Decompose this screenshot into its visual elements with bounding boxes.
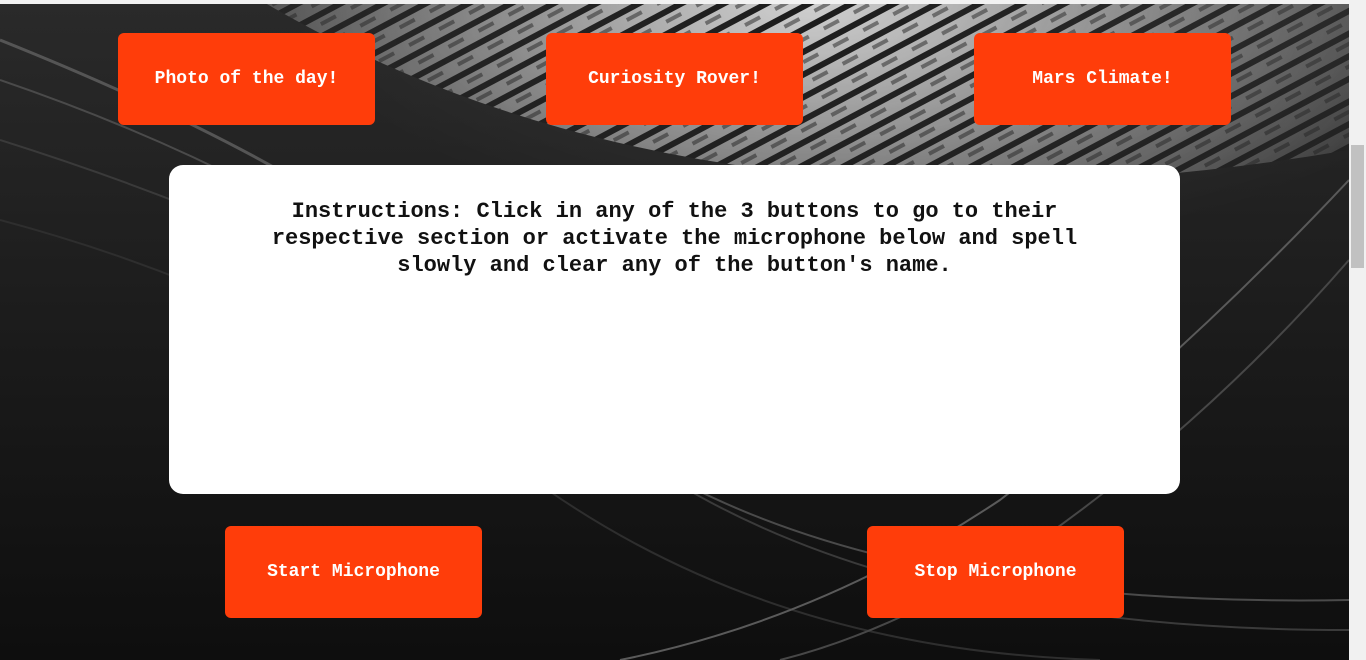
curiosity-rover-button[interactable]: Curiosity Rover! (546, 33, 803, 125)
stop-microphone-button[interactable]: Stop Microphone (867, 526, 1124, 618)
instructions-text: Instructions: Click in any of the 3 butt… (271, 199, 1078, 278)
scrollbar-track[interactable] (1349, 0, 1366, 660)
start-microphone-button[interactable]: Start Microphone (225, 526, 482, 618)
instructions-panel: Instructions: Click in any of the 3 butt… (169, 165, 1180, 494)
photo-of-the-day-button[interactable]: Photo of the day! (118, 33, 375, 125)
top-edge (0, 0, 1349, 4)
scrollbar-thumb[interactable] (1351, 145, 1364, 268)
page: Photo of the day! Curiosity Rover! Mars … (0, 0, 1366, 660)
mars-climate-button[interactable]: Mars Climate! (974, 33, 1231, 125)
